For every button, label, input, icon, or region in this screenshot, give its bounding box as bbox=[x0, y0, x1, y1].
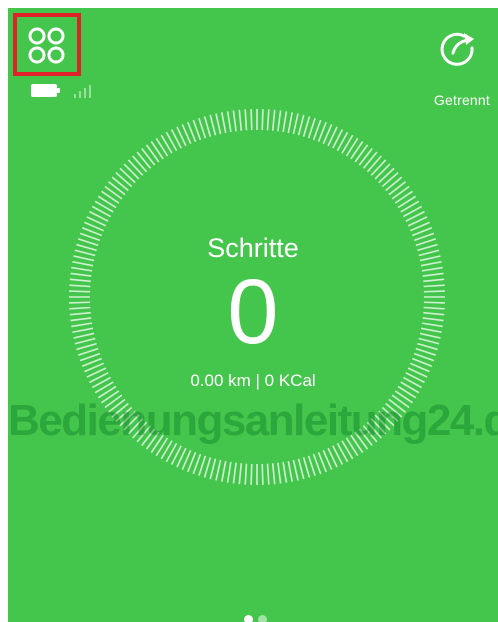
dial-tick bbox=[238, 463, 243, 485]
dial-tick bbox=[354, 144, 369, 163]
dial-tick bbox=[232, 110, 237, 132]
dial-tick bbox=[226, 461, 232, 483]
dial-tick bbox=[215, 113, 222, 135]
share-arrow-icon bbox=[440, 32, 474, 66]
dial-tick bbox=[261, 463, 264, 485]
dial-tick bbox=[250, 109, 253, 131]
dial-tick bbox=[391, 185, 410, 200]
dial-tick bbox=[297, 114, 305, 136]
page-dot-1[interactable] bbox=[244, 615, 253, 622]
grid-circles-icon bbox=[28, 27, 65, 64]
step-counter-screen: Getrennt Schritte 0 0.00 km | 0 KCal Bed… bbox=[8, 8, 498, 622]
dial-tick bbox=[282, 461, 288, 483]
dial-tick bbox=[271, 463, 276, 485]
dial-tick bbox=[127, 159, 144, 176]
dial-tick bbox=[302, 457, 311, 478]
dial-tick bbox=[119, 167, 136, 184]
step-count: 0 bbox=[227, 261, 279, 363]
dial-tick bbox=[350, 141, 364, 160]
dial-tick bbox=[198, 117, 207, 139]
dial-tick bbox=[209, 114, 217, 136]
dial-tick bbox=[385, 176, 403, 192]
dial-tick bbox=[292, 113, 299, 135]
dial-tick bbox=[203, 116, 212, 137]
dial-tick bbox=[287, 460, 294, 482]
dial-tick bbox=[362, 151, 378, 169]
dial-tick bbox=[232, 462, 237, 484]
dial-tick bbox=[209, 458, 217, 480]
dial-tick bbox=[282, 111, 288, 133]
distance-calories: 0.00 km | 0 KCal bbox=[190, 371, 316, 390]
dial-tick bbox=[203, 457, 212, 478]
dial-tick bbox=[266, 463, 270, 485]
dial-tick bbox=[111, 176, 129, 192]
dial-tick bbox=[397, 195, 417, 209]
dial-tick bbox=[374, 163, 391, 180]
dial-tick bbox=[345, 137, 359, 157]
dial-tick bbox=[366, 155, 382, 173]
dial-tick bbox=[358, 147, 373, 166]
signal-bars-icon bbox=[74, 85, 91, 98]
dial-tick bbox=[150, 141, 164, 160]
dial-tick bbox=[244, 463, 248, 485]
dial-tick bbox=[220, 460, 227, 482]
dial-tick bbox=[220, 112, 227, 134]
dial-tick bbox=[215, 459, 222, 481]
dial-tick bbox=[115, 172, 133, 188]
dial-tick bbox=[381, 172, 399, 188]
watermark: Bedienungsanleitung24.de bbox=[8, 396, 498, 445]
dial-tick bbox=[141, 147, 156, 166]
dial-tick bbox=[297, 458, 305, 480]
dial-tick bbox=[271, 109, 276, 131]
page-indicator bbox=[244, 615, 274, 622]
share-button[interactable] bbox=[438, 28, 478, 68]
dial-tick bbox=[132, 155, 148, 173]
dial-tick bbox=[307, 455, 316, 477]
dial-tick bbox=[394, 190, 413, 204]
dial-tick bbox=[266, 109, 270, 131]
dial-tick bbox=[244, 109, 248, 131]
dial-tick bbox=[155, 137, 169, 157]
dial-tick bbox=[123, 163, 140, 180]
dial-tick bbox=[107, 181, 126, 196]
page-dot-2[interactable] bbox=[258, 615, 267, 622]
dial-tick bbox=[277, 462, 282, 484]
dial-tick bbox=[307, 117, 316, 139]
dial-tick bbox=[292, 459, 299, 481]
dial-tick bbox=[302, 116, 311, 137]
dial-tick bbox=[136, 151, 152, 169]
dial-tick bbox=[104, 185, 123, 200]
battery-icon bbox=[31, 84, 60, 97]
dial-tick bbox=[145, 144, 160, 163]
dial-tick bbox=[287, 112, 294, 134]
dial-tick bbox=[370, 159, 387, 176]
dial-tick bbox=[277, 110, 282, 132]
dial-tick bbox=[226, 111, 232, 133]
dial-tick bbox=[250, 463, 253, 485]
steps-label: Schritte bbox=[207, 233, 299, 263]
dial-tick bbox=[388, 181, 407, 196]
dial-tick bbox=[198, 455, 207, 477]
menu-button[interactable] bbox=[13, 13, 81, 76]
dial-tick bbox=[378, 167, 395, 184]
dial-tick bbox=[238, 109, 243, 131]
dial-tick bbox=[101, 190, 120, 204]
dial-tick bbox=[261, 109, 264, 131]
dial-tick bbox=[97, 195, 117, 209]
